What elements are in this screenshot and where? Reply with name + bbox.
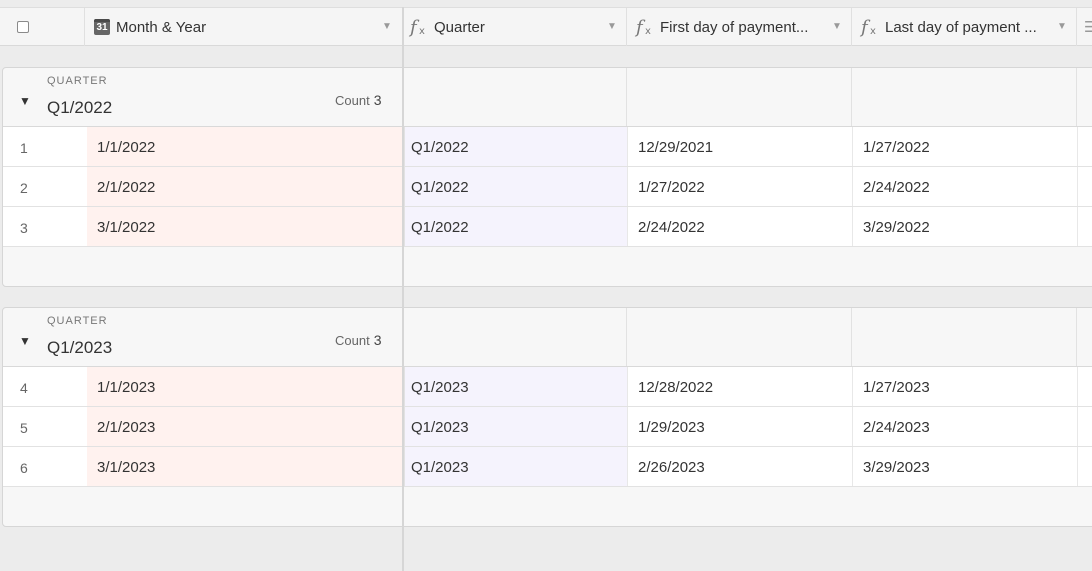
cell-quarter[interactable]: Q1/2022 bbox=[404, 127, 627, 166]
cell-next-column[interactable] bbox=[1077, 207, 1092, 246]
group-value: Q1/2022 bbox=[47, 98, 113, 117]
cell-last-day[interactable]: 2/24/2022 bbox=[852, 167, 1077, 206]
group-value: Q1/2023 bbox=[47, 338, 113, 357]
cell-first-day[interactable]: 12/28/2022 bbox=[627, 367, 852, 406]
cell-first-day[interactable]: 1/27/2022 bbox=[627, 167, 852, 206]
table-row[interactable]: 3 3/1/2022 Q1/2022 2/24/2022 3/29/2022 bbox=[3, 207, 1092, 247]
select-all-checkbox[interactable] bbox=[17, 21, 29, 33]
cell-next-column[interactable] bbox=[1077, 407, 1092, 446]
group-field-name: QUARTER bbox=[47, 315, 108, 327]
chevron-down-icon[interactable]: ▼ bbox=[1057, 21, 1067, 32]
table-row[interactable]: 6 3/1/2023 Q1/2023 2/26/2023 3/29/2023 bbox=[3, 447, 1092, 487]
row-number: 5 bbox=[20, 420, 28, 436]
row-number: 1 bbox=[20, 140, 28, 156]
column-label: First day of payment... bbox=[660, 18, 809, 36]
group-footer[interactable] bbox=[3, 247, 1092, 287]
group-divider bbox=[626, 68, 627, 126]
row-number: 6 bbox=[20, 460, 28, 476]
cell-month-year[interactable]: 3/1/2022 bbox=[87, 207, 404, 246]
cell-first-day[interactable]: 12/29/2021 bbox=[627, 127, 852, 166]
cell-next-column[interactable] bbox=[1077, 167, 1092, 206]
group-divider bbox=[851, 308, 852, 366]
header-divider bbox=[1076, 8, 1077, 46]
cell-last-day[interactable]: 1/27/2022 bbox=[852, 127, 1077, 166]
cell-first-day[interactable]: 1/29/2023 bbox=[627, 407, 852, 446]
group-divider bbox=[1076, 68, 1077, 126]
table-row[interactable]: 2 2/1/2022 Q1/2022 1/27/2022 2/24/2022 bbox=[3, 167, 1092, 207]
column-header-quarter[interactable]: fx Quarter ▼ bbox=[410, 8, 622, 46]
group-divider bbox=[1076, 308, 1077, 366]
column-label: Last day of payment ... bbox=[885, 18, 1037, 36]
table-row[interactable]: 4 1/1/2023 Q1/2023 12/28/2022 1/27/2023 bbox=[3, 367, 1092, 407]
formula-icon: fx bbox=[861, 16, 876, 38]
group-count: Count 3 bbox=[335, 332, 382, 348]
column-label: Month & Year bbox=[116, 18, 207, 36]
cell-first-day[interactable]: 2/24/2022 bbox=[627, 207, 852, 246]
cell-month-year[interactable]: 1/1/2022 bbox=[87, 127, 404, 166]
collapse-triangle-icon[interactable]: ▼ bbox=[19, 334, 31, 348]
cell-quarter[interactable]: Q1/2022 bbox=[404, 207, 627, 246]
cell-next-column[interactable] bbox=[1077, 367, 1092, 406]
group-count: Count 3 bbox=[335, 92, 382, 108]
row-number: 2 bbox=[20, 180, 28, 196]
cell-quarter[interactable]: Q1/2022 bbox=[404, 167, 627, 206]
cell-first-day[interactable]: 2/26/2023 bbox=[627, 447, 852, 486]
header-divider bbox=[626, 8, 627, 46]
cell-last-day[interactable]: 1/27/2023 bbox=[852, 367, 1077, 406]
group-divider bbox=[626, 308, 627, 366]
row-number: 4 bbox=[20, 380, 28, 396]
cell-month-year[interactable]: 2/1/2023 bbox=[87, 407, 404, 446]
cell-next-column[interactable] bbox=[1077, 127, 1092, 166]
cell-month-year[interactable]: 3/1/2023 bbox=[87, 447, 404, 486]
header-divider bbox=[851, 8, 852, 46]
cell-month-year[interactable]: 1/1/2023 bbox=[87, 367, 404, 406]
cell-last-day[interactable]: 2/24/2023 bbox=[852, 407, 1077, 446]
group-footer[interactable] bbox=[3, 487, 1092, 527]
group-header[interactable]: ▼ QUARTER Q1/2023 Count 3 bbox=[3, 308, 1092, 367]
row-number: 3 bbox=[20, 220, 28, 236]
group-divider bbox=[851, 68, 852, 126]
chevron-down-icon[interactable]: ▼ bbox=[382, 21, 392, 32]
column-header-first-day[interactable]: fx First day of payment... ▼ bbox=[636, 8, 849, 46]
column-label: Quarter bbox=[434, 18, 485, 36]
group-q1-2022: ▼ QUARTER Q1/2022 Count 3 1 1/1/2022 Q1/2… bbox=[2, 67, 1092, 287]
collapse-triangle-icon[interactable]: ▼ bbox=[19, 94, 31, 108]
table-row[interactable]: 1 1/1/2022 Q1/2022 12/29/2021 1/27/2022 bbox=[3, 127, 1092, 167]
chevron-down-icon[interactable]: ▼ bbox=[607, 21, 617, 32]
cell-next-column[interactable] bbox=[1077, 447, 1092, 486]
group-header[interactable]: ▼ QUARTER Q1/2022 Count 3 bbox=[3, 68, 1092, 127]
header-divider bbox=[84, 8, 85, 46]
grid-header: 31 Month & Year ▼ fx Quarter ▼ fx First … bbox=[0, 7, 1092, 46]
cell-last-day[interactable]: 3/29/2023 bbox=[852, 447, 1077, 486]
cell-last-day[interactable]: 3/29/2022 bbox=[852, 207, 1077, 246]
calendar-icon: 31 bbox=[94, 19, 110, 35]
more-columns-icon[interactable]: ☰ bbox=[1084, 8, 1092, 46]
cell-quarter[interactable]: Q1/2023 bbox=[404, 407, 627, 446]
group-field-name: QUARTER bbox=[47, 75, 108, 87]
cell-quarter[interactable]: Q1/2023 bbox=[404, 447, 627, 486]
column-header-last-day[interactable]: fx Last day of payment ... ▼ bbox=[861, 8, 1074, 46]
chevron-down-icon[interactable]: ▼ bbox=[832, 21, 842, 32]
group-q1-2023: ▼ QUARTER Q1/2023 Count 3 4 1/1/2023 Q1/2… bbox=[2, 307, 1092, 527]
column-header-month-year[interactable]: 31 Month & Year ▼ bbox=[94, 8, 400, 46]
cell-month-year[interactable]: 2/1/2022 bbox=[87, 167, 404, 206]
formula-icon: fx bbox=[636, 16, 651, 38]
table-row[interactable]: 5 2/1/2023 Q1/2023 1/29/2023 2/24/2023 bbox=[3, 407, 1092, 447]
cell-quarter[interactable]: Q1/2023 bbox=[404, 367, 627, 406]
frozen-column-divider[interactable] bbox=[402, 7, 404, 571]
formula-icon: fx bbox=[410, 16, 425, 38]
